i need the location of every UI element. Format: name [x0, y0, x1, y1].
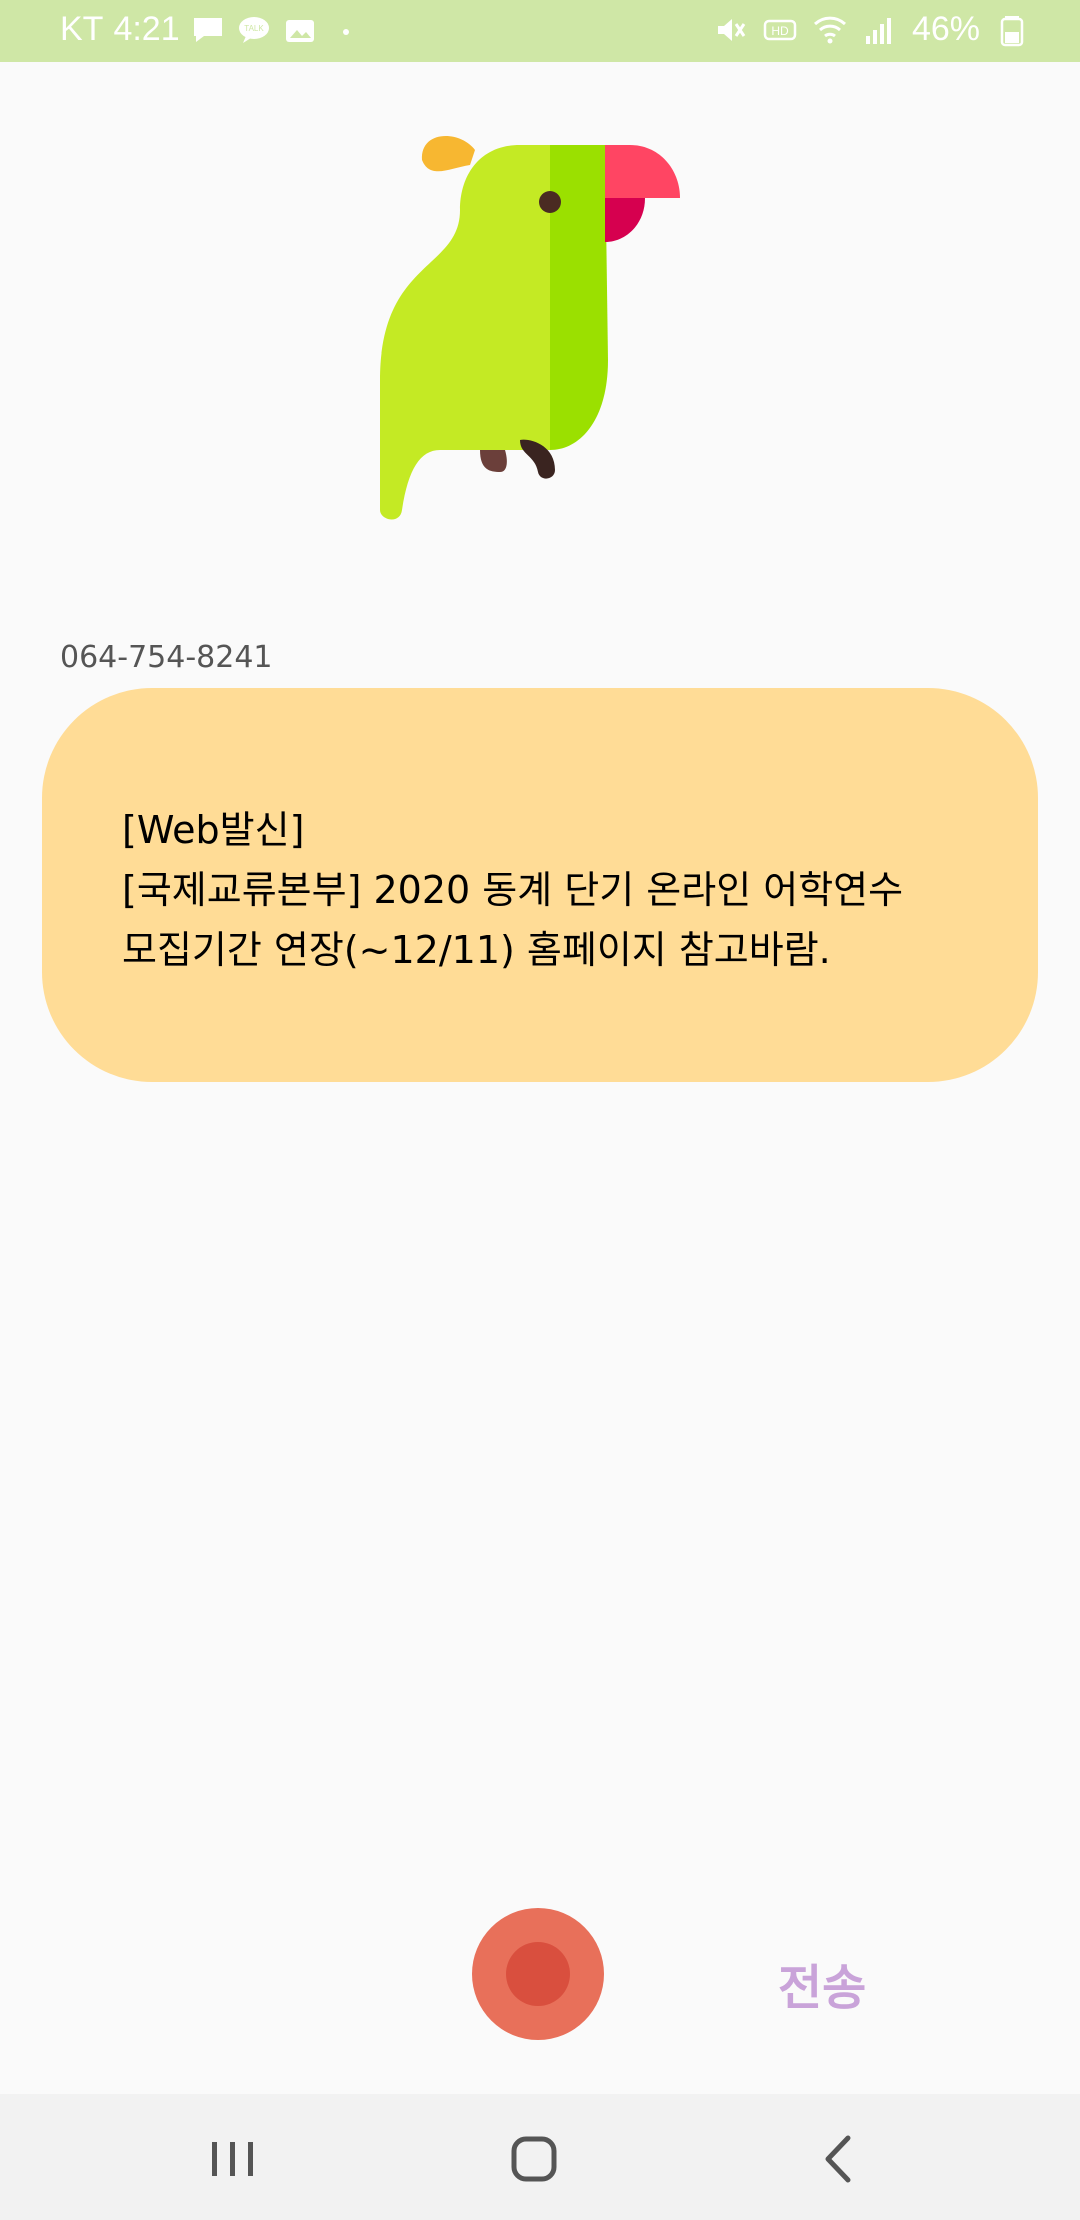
send-button[interactable]: 전송: [778, 1948, 866, 2018]
message-bubble: [Web발신] [국제교류본부] 2020 동계 단기 온라인 어학연수 모집기…: [42, 688, 1038, 1082]
kakaotalk-icon: TALK: [238, 16, 269, 43]
status-bar-right: HD 46%: [712, 10, 1030, 49]
signal-icon: [865, 17, 891, 44]
message-line: 모집기간 연장(~12/11) 홈페이지 참고바람.: [122, 928, 831, 972]
clock: 4:21: [113, 10, 180, 48]
svg-text:HD: HD: [771, 24, 789, 38]
parrot-icon: [380, 136, 680, 520]
battery-percent: 46%: [911, 10, 980, 48]
status-bar-left: KT 4:21 TALK: [60, 10, 364, 49]
carrier-label: KT: [60, 10, 104, 48]
home-icon[interactable]: [500, 2124, 570, 2194]
hd-icon: HD: [763, 19, 797, 40]
mute-icon: [717, 18, 746, 41]
wifi-icon: [813, 16, 846, 43]
svg-text:TALK: TALK: [244, 24, 264, 33]
back-icon[interactable]: [804, 2124, 874, 2194]
message-line: [Web발신]: [122, 808, 305, 852]
battery-icon: [1000, 15, 1024, 46]
message-line: [국제교류본부] 2020 동계 단기 온라인 어학연수: [122, 868, 904, 912]
message-icon: [193, 17, 222, 42]
gallery-icon: [285, 19, 314, 42]
recents-icon[interactable]: [198, 2124, 268, 2194]
sender-number: 064-754-8241: [60, 640, 273, 675]
dot-icon: [342, 28, 349, 35]
record-icon: [506, 1942, 570, 2006]
status-bar: KT 4:21 TALK HD 46%: [0, 0, 1080, 62]
navigation-bar: [0, 2094, 1080, 2220]
record-button[interactable]: [472, 1908, 604, 2040]
